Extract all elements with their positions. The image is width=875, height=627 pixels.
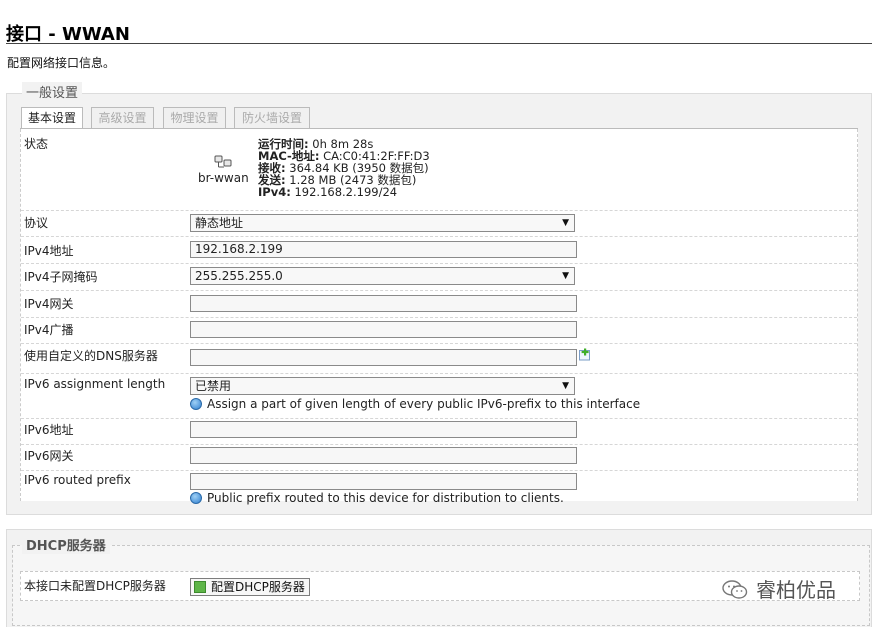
custom-dns-label: 使用自定义的DNS服务器 (24, 349, 158, 363)
ipv4-address-label: IPv4地址 (24, 244, 74, 258)
tab-basic-settings[interactable]: 基本设置 (21, 107, 83, 129)
row-divider (21, 317, 857, 318)
ipv6-gateway-input[interactable] (190, 447, 577, 464)
ipv6-assign-select[interactable]: 已禁用 ▼ (190, 377, 575, 395)
row-divider (21, 373, 857, 374)
watermark: 睿柏优品 (722, 574, 836, 603)
custom-dns-input[interactable] (190, 349, 577, 366)
protocol-select-value: 静态地址 (195, 216, 244, 230)
ipv4-gateway-label: IPv4网关 (24, 297, 74, 311)
ipv6-assign-help-text: Assign a part of given length of every p… (207, 397, 641, 411)
ipv6-assign-select-value: 已禁用 (195, 379, 232, 393)
ipv6-routed-prefix-help: Public prefix routed to this device for … (190, 491, 564, 505)
title-divider (6, 43, 872, 44)
ipv4-netmask-label: IPv4子网掩码 (24, 270, 98, 284)
row-divider (21, 290, 857, 291)
dhcp-status-label: 本接口未配置DHCP服务器 (24, 579, 166, 593)
dropdown-arrow-icon: ▼ (562, 381, 569, 391)
protocol-label: 协议 (24, 216, 49, 230)
dropdown-arrow-icon: ▼ (562, 218, 569, 228)
add-entry-icon[interactable] (578, 348, 592, 361)
row-divider (21, 470, 857, 471)
row-divider (21, 418, 857, 419)
dropdown-arrow-icon: ▼ (562, 271, 569, 281)
row-divider (21, 236, 857, 237)
ipv6-gateway-label: IPv6网关 (24, 449, 74, 463)
status-label: 状态 (24, 137, 49, 151)
ipv6-routed-prefix-input[interactable] (190, 473, 577, 490)
ipv6-address-label: IPv6地址 (24, 423, 74, 437)
basic-settings-panel (20, 129, 858, 501)
watermark-text: 睿柏优品 (756, 578, 836, 602)
interface-name: br-wwan (198, 171, 249, 185)
ipv4-broadcast-label: IPv4广播 (24, 323, 74, 337)
ipv6-assign-label: IPv6 assignment length (24, 377, 166, 391)
row-divider (21, 444, 857, 445)
ipv4-broadcast-input[interactable] (190, 321, 577, 338)
status-details: 运行时间: 0h 8m 28s MAC-地址: CA:C0:41:2F:FF:D… (258, 138, 430, 198)
dhcp-server-legend: DHCP服务器 (22, 535, 110, 554)
ipv4-netmask-select[interactable]: 255.255.255.0 ▼ (190, 267, 575, 285)
general-settings-legend: 一般设置 (22, 82, 83, 101)
tab-advanced-settings[interactable]: 高级设置 (91, 107, 154, 128)
configure-dhcp-button[interactable]: 配置DHCP服务器 (190, 578, 310, 596)
row-divider (21, 263, 857, 264)
row-divider (21, 343, 857, 344)
row-divider (21, 210, 857, 211)
configure-dhcp-button-label: 配置DHCP服务器 (211, 580, 305, 594)
ipv4-address-input[interactable]: 192.168.2.199 (190, 241, 577, 258)
tab-physical-settings[interactable]: 物理设置 (163, 107, 226, 128)
ipv4-netmask-select-value: 255.255.255.0 (195, 269, 283, 283)
network-bridge-icon (214, 155, 232, 168)
ipv4-gateway-input[interactable] (190, 295, 577, 312)
tab-firewall-settings[interactable]: 防火墙设置 (234, 107, 310, 128)
ipv6-address-input[interactable] (190, 421, 577, 438)
ipv4-key: IPv4: (258, 185, 291, 199)
wechat-icon (722, 580, 748, 599)
play-icon (194, 581, 206, 593)
page-description: 配置网络接口信息。 (7, 56, 116, 70)
info-icon (190, 398, 202, 410)
ipv6-routed-prefix-label: IPv6 routed prefix (24, 473, 131, 487)
ipv4-value: 192.168.2.199/24 (294, 185, 398, 199)
info-icon (190, 492, 202, 504)
ipv6-assign-help: Assign a part of given length of every p… (190, 397, 640, 411)
ipv6-routed-prefix-help-text: Public prefix routed to this device for … (207, 491, 564, 505)
protocol-select[interactable]: 静态地址 ▼ (190, 214, 575, 232)
